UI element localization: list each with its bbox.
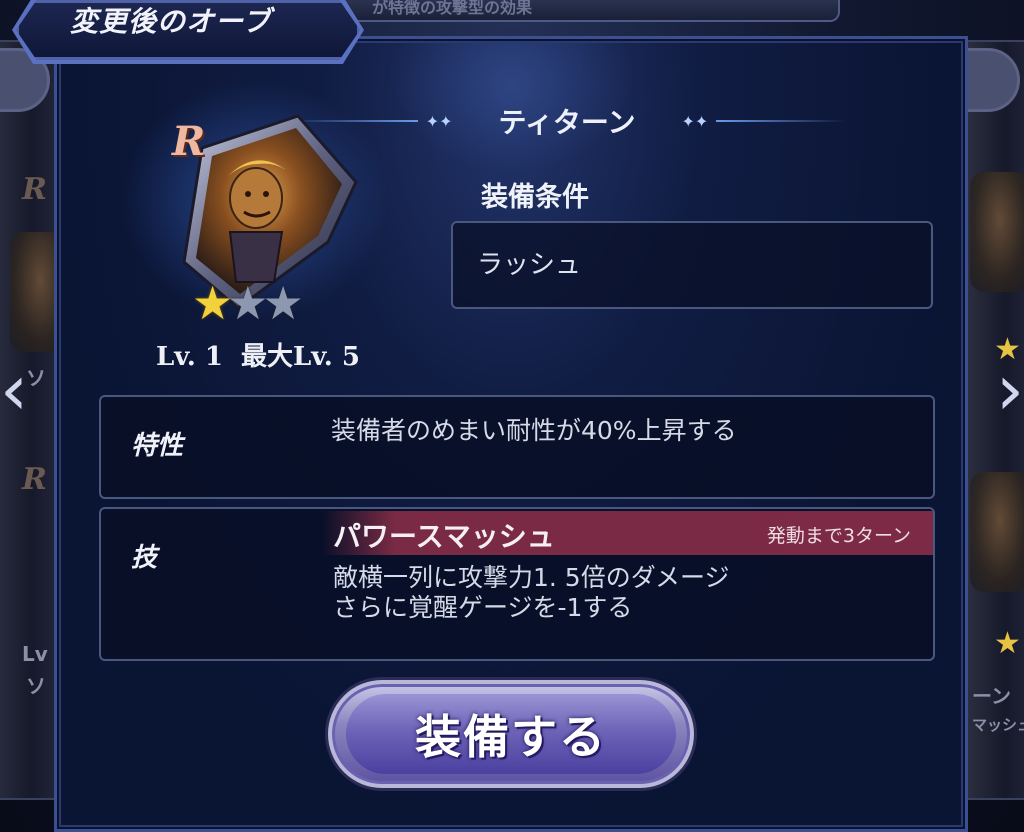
skill-description-line-1: 敵横一列に攻撃力1. 5倍のダメージ — [333, 563, 730, 592]
max-level: 最大Lv. 5 — [240, 342, 360, 372]
chevron-left-icon[interactable]: ‹ — [0, 330, 34, 450]
orb-name: ティターン — [498, 106, 636, 139]
orb-stars: ★ ★ ★ — [192, 280, 304, 326]
trait-panel: 特性 装備者のめまい耐性が40%上昇する — [99, 395, 935, 499]
orb-rarity: R — [172, 118, 206, 165]
next-orb-image-2 — [970, 472, 1024, 592]
skill-description: 敵横一列に攻撃力1. 5倍のダメージ さらに覚醒ゲージを-1する — [333, 563, 729, 623]
header-title: 変更後のオーブ — [70, 5, 272, 38]
skill-cooldown: 発動まで3ターン — [766, 525, 911, 547]
orb-level: Lv. 1 最大Lv. 5 — [156, 336, 378, 373]
next-orb-star-icon-2: ★ — [994, 626, 1021, 661]
skill-label: 技 — [131, 543, 158, 573]
previous-orb-rarity-2: R — [22, 462, 47, 497]
trait-label: 特性 — [131, 431, 184, 461]
current-level: Lv. 1 — [156, 342, 223, 372]
trait-description: 装備者のめまい耐性が40%上昇する — [331, 416, 737, 445]
requirement-box: ラッシュ — [451, 221, 933, 309]
requirement-value: ラッシュ — [477, 250, 582, 280]
background-tab-title: が特徴の攻撃型の効果 — [340, 0, 840, 22]
next-orb-name: ーン — [972, 684, 1011, 708]
next-orb-skill: マッシュ — [972, 716, 1024, 734]
previous-orb-name: ソ — [26, 674, 46, 698]
equip-button-label: 装備する — [415, 710, 607, 764]
chevron-right-icon[interactable]: › — [990, 330, 1024, 450]
equip-button[interactable]: 装備する — [328, 680, 694, 788]
divider-right — [716, 120, 848, 122]
equip-button-face: 装備する — [346, 694, 676, 774]
previous-orb-level: Lv — [22, 642, 48, 666]
next-orb-image — [970, 172, 1024, 292]
skill-name: パワースマッシュ — [333, 520, 555, 553]
sparkle-icon: ✦✦ — [681, 111, 709, 131]
requirement-label: 装備条件 — [481, 182, 589, 213]
skill-description-line-2: さらに覚醒ゲージを-1する — [333, 593, 633, 622]
star-icon-empty: ★ — [262, 276, 304, 330]
skill-panel: 技 パワースマッシュ 発動まで3ターン 敵横一列に攻撃力1. 5倍のダメージ さ… — [99, 507, 935, 661]
previous-orb-rarity: R — [22, 172, 47, 207]
sparkle-icon: ✦✦ — [425, 111, 453, 131]
